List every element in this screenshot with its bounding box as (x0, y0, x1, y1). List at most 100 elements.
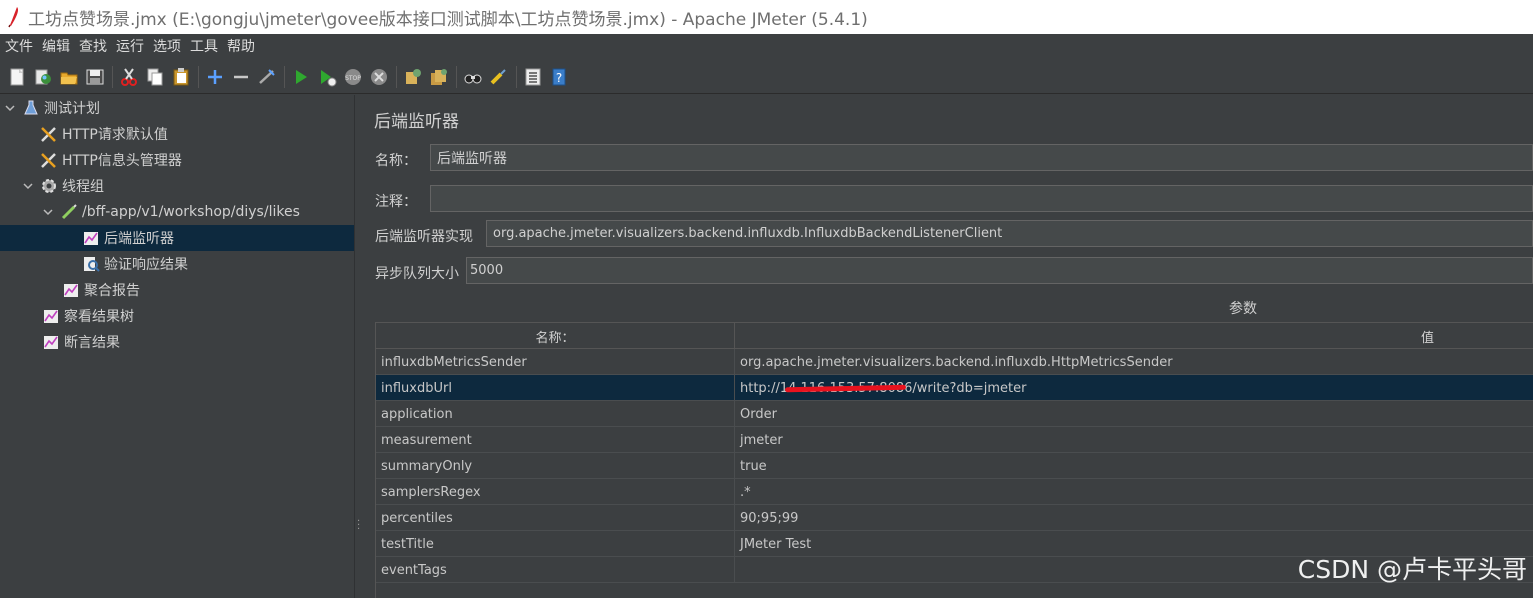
param-name-cell[interactable]: influxdbMetricsSender (376, 349, 735, 375)
toolbar-separator (112, 65, 113, 88)
tree-item-backend-listener[interactable]: 后端监听器 (0, 225, 354, 251)
param-name-cell[interactable]: measurement (376, 427, 735, 453)
param-name-cell[interactable]: percentiles (376, 505, 735, 531)
tree-item-aggregate-report[interactable]: 聚合报告 (0, 277, 354, 303)
queue-size-field[interactable]: 5000 (466, 257, 1533, 284)
param-value-cell[interactable]: Order (735, 401, 1533, 427)
shutdown-icon[interactable] (368, 66, 390, 88)
backend-listener-panel: 后端监听器 名称： 后端监听器 注释： 后端监听器实现 org.apache.j… (362, 95, 1533, 598)
menu-help[interactable]: 帮助 (224, 36, 258, 56)
menu-run[interactable]: 运行 (113, 36, 147, 56)
reset-search-icon[interactable] (488, 66, 510, 88)
table-row[interactable]: application Order (376, 401, 1533, 427)
jmeter-feather-icon (0, 0, 28, 34)
watermark: CSDN @卢卡平头哥 (1297, 555, 1527, 584)
column-header-value[interactable]: 值 (735, 323, 1533, 349)
config-element-icon (40, 151, 58, 169)
chevron-down-icon[interactable] (4, 102, 16, 114)
table-row[interactable]: influxdbMetricsSender org.apache.jmeter.… (376, 349, 1533, 375)
help-icon[interactable]: ? (548, 66, 570, 88)
param-name-cell[interactable]: summaryOnly (376, 453, 735, 479)
open-icon[interactable] (58, 66, 80, 88)
tree-item-label: 断言结果 (64, 335, 120, 351)
tree-item-label: 线程组 (62, 179, 104, 195)
clear-icon[interactable] (402, 66, 424, 88)
svg-text:?: ? (556, 71, 562, 85)
chevron-down-icon[interactable] (22, 180, 34, 192)
tree-item-http-sampler[interactable]: /bff-app/v1/workshop/diys/likes (0, 199, 354, 225)
sampler-icon (60, 203, 78, 221)
cut-icon[interactable] (118, 66, 140, 88)
tree-item-label: /bff-app/v1/workshop/diys/likes (82, 204, 300, 220)
comment-field[interactable] (430, 185, 1533, 212)
drag-handle-icon[interactable]: · · · (357, 517, 361, 535)
title-bar: 工坊点赞场景.jmx (E:\gongju\jmeter\govee版本接口测试… (0, 0, 1533, 34)
tree-item-label: 验证响应结果 (104, 257, 188, 273)
menu-tools[interactable]: 工具 (187, 36, 221, 56)
stop-icon[interactable]: STOP (342, 66, 364, 88)
test-plan-tree: 测试计划 HTTP请求默认值 HTTP信息头管理器 线程组 /bff-app/v… (0, 95, 354, 598)
templates-icon[interactable] (32, 66, 54, 88)
split-pane-divider[interactable]: · · · (354, 95, 362, 598)
chevron-down-icon[interactable] (42, 206, 54, 218)
table-row[interactable]: percentiles 90;95;99 (376, 505, 1533, 531)
queue-size-label: 异步队列大小 (375, 266, 459, 282)
column-header-name[interactable]: 名称： (376, 323, 735, 349)
save-icon[interactable] (84, 66, 106, 88)
tree-item-label: 聚合报告 (84, 283, 140, 299)
toolbar-separator (284, 65, 285, 88)
paste-icon[interactable] (170, 66, 192, 88)
param-name-cell[interactable]: eventTags (376, 557, 735, 583)
name-label: 名称： (375, 153, 417, 169)
implementation-select[interactable]: org.apache.jmeter.visualizers.backend.in… (486, 220, 1533, 247)
name-field[interactable]: 后端监听器 (430, 144, 1533, 171)
copy-icon[interactable] (144, 66, 166, 88)
config-element-icon (40, 125, 58, 143)
clear-all-icon[interactable] (428, 66, 450, 88)
menu-edit[interactable]: 编辑 (39, 36, 73, 56)
menu-options[interactable]: 选项 (150, 36, 184, 56)
param-value-cell[interactable]: jmeter (735, 427, 1533, 453)
param-value-cell[interactable]: org.apache.jmeter.visualizers.backend.in… (735, 349, 1533, 375)
parameters-title: 参数 (1229, 301, 1257, 317)
menu-search[interactable]: 查找 (76, 36, 110, 56)
toolbar: STOP ? (0, 60, 1533, 94)
param-value-cell[interactable]: 90;95;99 (735, 505, 1533, 531)
tree-item-response-assertion[interactable]: 验证响应结果 (0, 251, 354, 277)
table-row[interactable]: measurement jmeter (376, 427, 1533, 453)
tree-item-http-defaults[interactable]: HTTP请求默认值 (0, 121, 354, 147)
panel-title: 后端监听器 (374, 112, 459, 132)
tree-item-test-plan[interactable]: 测试计划 (0, 95, 354, 121)
table-row[interactable]: summaryOnly true (376, 453, 1533, 479)
tree-item-label: 后端监听器 (104, 231, 174, 247)
tree-item-view-results-tree[interactable]: 察看结果树 (0, 303, 354, 329)
new-icon[interactable] (6, 66, 28, 88)
comment-label: 注释： (375, 194, 417, 210)
param-name-cell[interactable]: influxdbUrl (376, 375, 735, 401)
toggle-icon[interactable] (256, 66, 278, 88)
tree-item-thread-group[interactable]: 线程组 (0, 173, 354, 199)
tree-item-assertion-results[interactable]: 断言结果 (0, 329, 354, 355)
assertion-icon (82, 255, 100, 273)
param-name-cell[interactable]: samplersRegex (376, 479, 735, 505)
tree-item-http-header-manager[interactable]: HTTP信息头管理器 (0, 147, 354, 173)
toolbar-separator (396, 65, 397, 88)
function-helper-icon[interactable] (522, 66, 544, 88)
tree-item-label: HTTP信息头管理器 (62, 153, 182, 169)
tree-item-label: 测试计划 (44, 101, 100, 117)
collapse-icon[interactable] (230, 66, 252, 88)
menu-file[interactable]: 文件 (2, 36, 36, 56)
param-name-cell[interactable]: testTitle (376, 531, 735, 557)
param-value-cell[interactable]: .* (735, 479, 1533, 505)
param-value-cell[interactable]: true (735, 453, 1533, 479)
menu-bar: 文件 编辑 查找 运行 选项 工具 帮助 (0, 34, 1533, 58)
start-no-timers-icon[interactable] (316, 66, 338, 88)
table-row[interactable]: influxdbUrl http://14.116.153.57:8086/wr… (376, 375, 1533, 401)
table-row[interactable]: samplersRegex .* (376, 479, 1533, 505)
expand-icon[interactable] (204, 66, 226, 88)
tree-item-label: 察看结果树 (64, 309, 134, 325)
search-icon[interactable] (462, 66, 484, 88)
tree-item-label: HTTP请求默认值 (62, 127, 168, 143)
start-icon[interactable] (290, 66, 312, 88)
param-name-cell[interactable]: application (376, 401, 735, 427)
